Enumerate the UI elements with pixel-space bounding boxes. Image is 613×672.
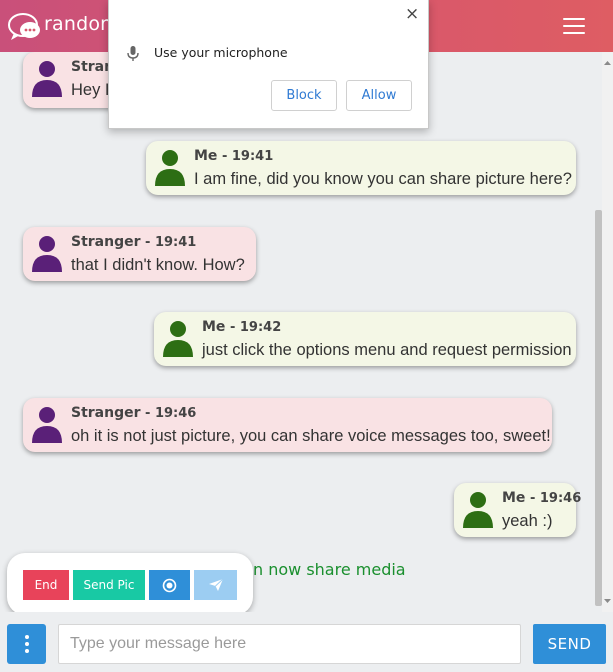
message-time: - 19:42	[225, 320, 282, 335]
record-voice-button[interactable]	[149, 570, 190, 600]
message-text: yeah :)	[502, 512, 553, 530]
message-sender: Stranger	[71, 234, 141, 250]
send-voice-button[interactable]	[194, 570, 237, 600]
stranger-avatar-icon	[32, 61, 62, 97]
microphone-permission-dialog: × Use your microphone Block Allow	[108, 0, 429, 129]
block-button[interactable]: Block	[271, 80, 337, 111]
message-text: just click the options menu and request …	[202, 341, 572, 359]
message-bubble: Stranger - 19:46 oh it is not just pictu…	[23, 398, 552, 452]
message-sender: Me	[202, 319, 226, 335]
close-icon[interactable]: ×	[405, 4, 419, 24]
me-avatar-icon	[163, 321, 193, 357]
message-bubble: Stranger - 19:41 that I didn't know. How…	[23, 227, 256, 281]
system-notice: n now share media	[253, 560, 406, 579]
hamburger-icon[interactable]	[563, 18, 585, 34]
chat-area: Stranger Hey I Me - 19:41 I am fine, did…	[0, 52, 602, 612]
chat-bubbles-icon[interactable]	[8, 12, 42, 42]
paper-plane-icon	[208, 578, 223, 591]
message-sender: Me	[502, 490, 526, 506]
scroll-up-arrow-icon[interactable]	[602, 58, 613, 68]
message-text: that I didn't know. How?	[71, 256, 245, 274]
message-input[interactable]	[58, 624, 521, 664]
microphone-icon	[127, 46, 139, 61]
stranger-avatar-icon	[32, 236, 62, 272]
record-icon	[162, 578, 177, 592]
permission-prompt-text: Use your microphone	[154, 45, 288, 60]
message-sender: Me	[194, 148, 218, 164]
message-bubble: Me - 19:42 just click the options menu a…	[154, 312, 576, 366]
message-text: I am fine, did you know you can share pi…	[194, 170, 572, 188]
allow-button[interactable]: Allow	[346, 80, 412, 111]
send-pic-button[interactable]: Send Pic	[73, 570, 145, 600]
scrollbar-thumb[interactable]	[595, 210, 602, 606]
message-time: - 19:41	[140, 235, 197, 250]
options-popup: End Send Pic	[7, 553, 253, 615]
message-time: - 19:46	[140, 406, 197, 421]
message-bubble: Me - 19:46 yeah :)	[454, 483, 581, 537]
me-avatar-icon	[155, 150, 185, 186]
me-avatar-icon	[463, 492, 493, 528]
scrollbar[interactable]	[602, 52, 613, 612]
options-menu-button[interactable]	[7, 624, 46, 664]
message-time: - 19:41	[217, 149, 274, 164]
stranger-avatar-icon	[32, 407, 62, 443]
message-bubble: Me - 19:41 I am fine, did you know you c…	[146, 141, 576, 195]
message-sender: Stranger	[71, 405, 141, 421]
end-chat-button[interactable]: End	[23, 570, 69, 600]
message-time: - 19:46	[525, 491, 582, 506]
message-text: oh it is not just picture, you can share…	[71, 427, 551, 445]
vertical-dots-icon	[25, 635, 29, 639]
scroll-down-arrow-icon[interactable]	[602, 596, 613, 606]
send-button[interactable]: SEND	[533, 624, 606, 664]
